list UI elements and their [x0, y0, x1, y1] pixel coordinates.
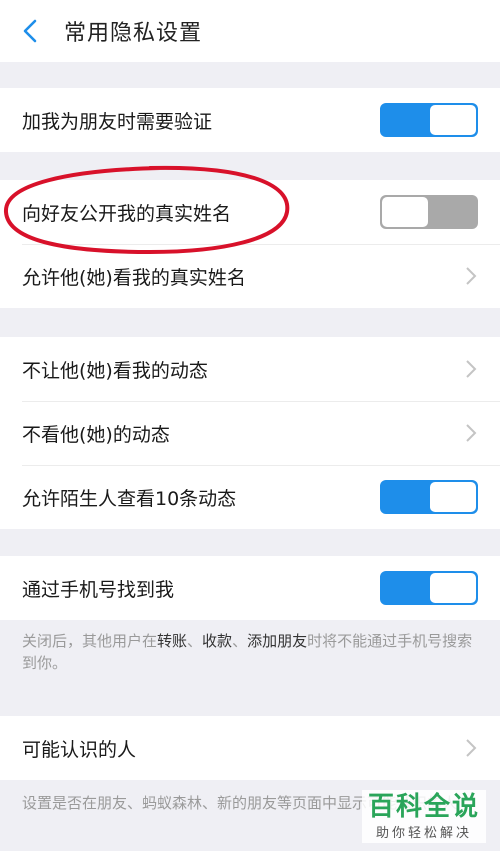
real-name-group: 向好友公开我的真实姓名 允许他(她)看我的真实姓名 — [0, 180, 500, 308]
toggle-knob — [430, 482, 476, 512]
people-you-may-know-row[interactable]: 可能认识的人 — [0, 716, 500, 780]
hint-highlight: 收款 — [202, 632, 233, 650]
hint-separator: 、 — [232, 632, 248, 650]
toggle-knob — [430, 573, 476, 603]
hide-my-moments-label: 不让他(她)看我的动态 — [22, 359, 208, 382]
watermark: 百科全说 助你轻松解决 — [361, 790, 486, 843]
phone-search-label: 通过手机号找到我 — [22, 578, 175, 601]
hint-highlight: 添加朋友 — [247, 632, 308, 650]
phone-search-hint: 关闭后，其他用户在转账、收款、添加朋友时将不能通过手机号搜索到你。 — [22, 630, 482, 674]
hint-highlight: 转账 — [157, 632, 188, 650]
allow-real-name-label: 允许他(她)看我的真实姓名 — [22, 266, 246, 289]
moments-group: 不让他(她)看我的动态 不看他(她)的动态 允许陌生人查看10条动态 — [0, 337, 500, 529]
toggle-knob — [382, 197, 428, 227]
stranger-moments-toggle[interactable] — [380, 480, 478, 514]
stranger-moments-row: 允许陌生人查看10条动态 — [0, 465, 500, 529]
allow-real-name-row[interactable]: 允许他(她)看我的真实姓名 — [0, 244, 500, 308]
show-real-name-toggle[interactable] — [380, 195, 478, 229]
stranger-moments-label: 允许陌生人查看10条动态 — [22, 487, 237, 510]
friend-verify-group: 加我为朋友时需要验证 — [0, 88, 500, 152]
hide-my-moments-row[interactable]: 不让他(她)看我的动态 — [0, 337, 500, 401]
phone-group: 通过手机号找到我 — [0, 556, 500, 620]
show-real-name-row: 向好友公开我的真实姓名 — [0, 180, 500, 244]
friend-verify-row: 加我为朋友时需要验证 — [0, 88, 500, 152]
watermark-title: 百科全说 — [367, 792, 480, 822]
chevron-right-icon — [466, 360, 477, 378]
back-button[interactable] — [0, 0, 60, 62]
page-title: 常用隐私设置 — [64, 21, 203, 46]
phone-search-toggle[interactable] — [380, 571, 478, 605]
friend-verify-label: 加我为朋友时需要验证 — [22, 110, 213, 133]
hint-separator: 、 — [187, 632, 203, 650]
chevron-left-icon — [23, 19, 37, 43]
people-you-may-know-label: 可能认识的人 — [22, 738, 137, 761]
hide-their-moments-label: 不看他(她)的动态 — [22, 423, 170, 446]
hint-text: 关闭后，其他用户在 — [22, 632, 158, 650]
hide-their-moments-row[interactable]: 不看他(她)的动态 — [0, 401, 500, 465]
toggle-knob — [430, 105, 476, 135]
chevron-right-icon — [466, 267, 477, 285]
show-real-name-label: 向好友公开我的真实姓名 — [22, 202, 232, 225]
friend-verify-toggle[interactable] — [380, 103, 478, 137]
phone-search-row: 通过手机号找到我 — [0, 556, 500, 620]
watermark-subtitle: 助你轻松解决 — [375, 826, 472, 841]
chevron-right-icon — [466, 739, 477, 757]
top-bar: 常用隐私设置 — [0, 0, 500, 62]
people-group: 可能认识的人 — [0, 716, 500, 780]
chevron-right-icon — [466, 424, 477, 442]
